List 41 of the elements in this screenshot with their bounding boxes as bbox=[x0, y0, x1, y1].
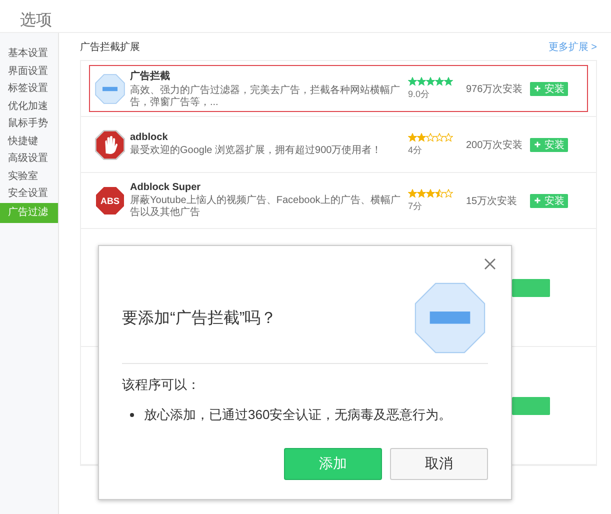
close-icon[interactable] bbox=[484, 258, 496, 270]
extension-row[interactable]: adblock 最受欢迎的Google 浏览器扩展，拥有超过900万使用者！ 4分 200万次安装 安装 bbox=[89, 121, 588, 168]
extension-description: 最受欢迎的Google 浏览器扩展，拥有超过900万使用者！ bbox=[130, 145, 383, 157]
sidebar-item[interactable]: 安全设置 bbox=[0, 185, 58, 202]
sidebar-item[interactable]: 快捷键 bbox=[0, 132, 58, 150]
sidebar-item[interactable]: 实验室 bbox=[0, 168, 58, 185]
sidebar-item[interactable]: 基本设置 bbox=[0, 45, 58, 62]
page-title: 选项 bbox=[0, 0, 611, 33]
extension-row[interactable]: 广告拦截 高效、强力的广告过滤器，完美去广告，拦截各种网站横幅广告，弹窗广告等，... 9.0分 976万次安装 安装 bbox=[89, 65, 588, 112]
install-count: 200万次安装 bbox=[466, 138, 524, 152]
install-count: 976万次安装 bbox=[466, 82, 524, 96]
section-title: 广告拦截扩展 bbox=[80, 40, 140, 54]
bullet-icon bbox=[130, 413, 134, 417]
stop-sign-icon bbox=[95, 74, 125, 104]
sidebar-item[interactable]: 鼠标手势 bbox=[0, 115, 58, 132]
permissions-heading: 该程序可以： bbox=[122, 376, 201, 394]
extension-name: Adblock Super bbox=[130, 182, 202, 193]
rating-score: 9.0分 bbox=[408, 88, 431, 100]
plus-icon bbox=[534, 141, 540, 148]
install-button[interactable] bbox=[512, 396, 550, 414]
permission-text: 放心添加，已通过360安全认证，无病毒及恶意行为。 bbox=[144, 406, 452, 424]
abs-logo-icon: ABS bbox=[96, 186, 124, 214]
plus-icon bbox=[534, 85, 540, 92]
install-button[interactable] bbox=[512, 278, 550, 296]
stop-sign-icon bbox=[412, 282, 488, 354]
extension-row[interactable]: ABS Adblock Super 屏蔽Youtube上恼人的视频广告、Facebook上的广告、横幅广告以及其他广告 7分 15万次安装 安装 bbox=[89, 177, 588, 224]
extension-description: 屏蔽Youtube上恼人的视频广告、Facebook上的广告、横幅广告以及其他广告 bbox=[130, 195, 402, 219]
hand-stop-icon bbox=[95, 130, 125, 160]
sidebar-item[interactable]: 界面设置 bbox=[0, 62, 58, 80]
plus-icon bbox=[534, 197, 540, 204]
sidebar-item[interactable]: 高级设置 bbox=[0, 150, 58, 168]
rating-score: 7分 bbox=[408, 200, 424, 212]
extension-description: 高效、强力的广告过滤器，完美去广告，拦截各种网站横幅广告，弹窗广告等，... bbox=[130, 84, 401, 108]
cancel-button[interactable]: 取消 bbox=[390, 448, 488, 480]
extension-name: adblock bbox=[130, 132, 169, 143]
dialog-title: 要添加“广告拦截”吗？ bbox=[122, 308, 277, 328]
sidebar-item[interactable]: 优化加速 bbox=[0, 98, 58, 115]
rating-score: 4分 bbox=[408, 144, 424, 156]
extension-name: 广告拦截 bbox=[130, 69, 171, 82]
sidebar-item[interactable]: 标签设置 bbox=[0, 80, 58, 98]
install-count: 15万次安装 bbox=[466, 194, 518, 208]
